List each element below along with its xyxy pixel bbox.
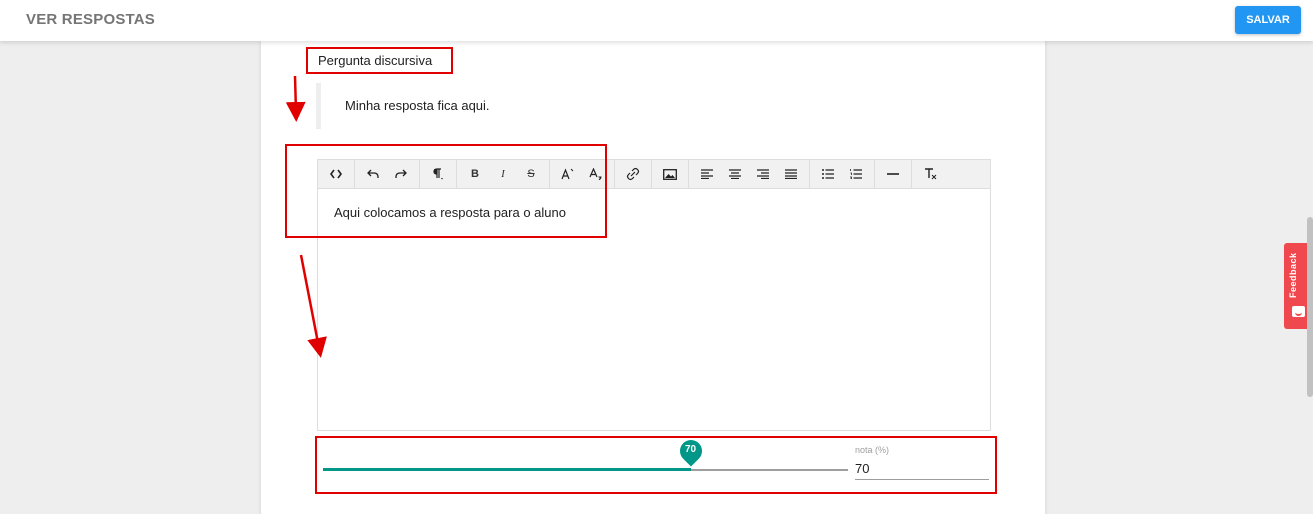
numbered-list-icon[interactable] (842, 160, 870, 189)
save-button[interactable]: SALVAR (1235, 6, 1301, 34)
answer-quote-bar (316, 83, 321, 129)
scrollbar[interactable] (1307, 217, 1313, 397)
annotation-box-grade (315, 436, 997, 494)
annotation-box-editor (285, 144, 607, 238)
align-justify-icon[interactable] (777, 160, 805, 189)
student-answer: Minha resposta fica aqui. (345, 98, 490, 113)
clear-format-icon[interactable] (916, 160, 944, 189)
image-icon[interactable] (656, 160, 684, 189)
page-title: VER RESPOSTAS (26, 11, 156, 28)
bullet-list-icon[interactable] (814, 160, 842, 189)
align-left-icon[interactable] (693, 160, 721, 189)
top-bar: VER RESPOSTAS SALVAR (0, 0, 1313, 41)
horizontal-rule-icon[interactable] (879, 160, 907, 189)
link-icon[interactable] (619, 160, 647, 189)
align-right-icon[interactable] (749, 160, 777, 189)
feedback-smile-icon (1292, 306, 1305, 317)
align-center-icon[interactable] (721, 160, 749, 189)
annotation-box-question (306, 47, 453, 74)
